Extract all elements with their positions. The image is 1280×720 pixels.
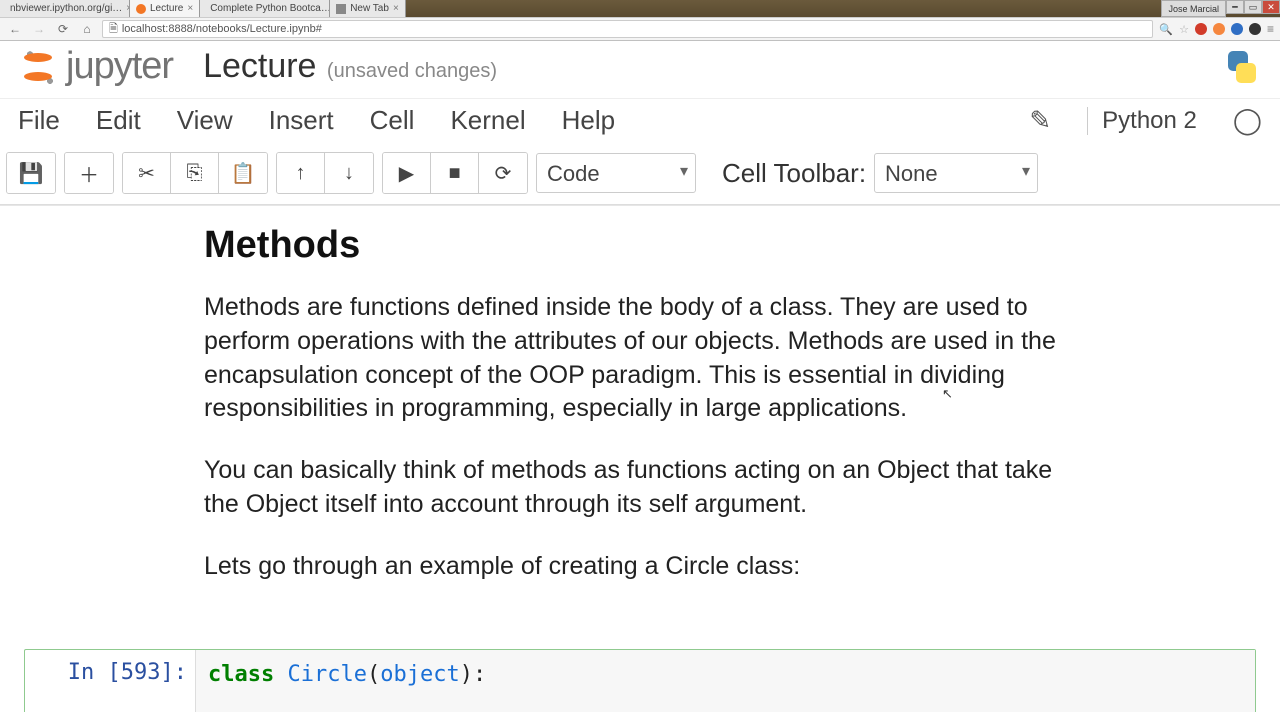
minimize-button[interactable]: ━: [1226, 0, 1244, 14]
notebook-header: jupyter Lecture (unsaved changes): [0, 41, 1280, 98]
cut-button[interactable]: ✂: [123, 153, 171, 193]
address-bar: ← → ⟳ ⌂ 🗎 localhost:8888/notebooks/Lectu…: [0, 17, 1280, 41]
restart-button[interactable]: ⟳: [479, 153, 527, 193]
save-status: (unsaved changes): [327, 60, 497, 82]
extension-icon[interactable]: [1249, 23, 1261, 35]
code-keyword: class: [208, 662, 274, 687]
page-icon: 🗎: [109, 20, 118, 39]
url-text: localhost:8888/notebooks/Lecture.ipynb#: [122, 23, 322, 35]
code-arg: object: [380, 662, 459, 687]
tab-title: Lecture: [150, 3, 183, 14]
url-input[interactable]: 🗎 localhost:8888/notebooks/Lecture.ipynb…: [102, 20, 1153, 38]
notebook-title-group: Lecture (unsaved changes): [203, 47, 497, 86]
markdown-cell[interactable]: Methods Methods are functions defined in…: [24, 216, 1256, 641]
menu-kernel[interactable]: Kernel: [450, 105, 525, 136]
menu-help[interactable]: Help: [562, 105, 615, 136]
forward-button[interactable]: →: [30, 20, 48, 38]
extension-abp-icon[interactable]: [1195, 23, 1207, 35]
save-button[interactable]: 💾: [7, 153, 55, 193]
menu-edit[interactable]: Edit: [96, 105, 141, 136]
paste-button[interactable]: 📋: [219, 153, 267, 193]
cursor-icon: ↖: [942, 386, 953, 402]
kernel-logo: [1222, 47, 1262, 87]
move-group: ↑ ↓: [276, 152, 374, 194]
extension-icon[interactable]: [1213, 23, 1225, 35]
toolbar: 💾 ＋ ✂ ⎘ 📋 ↑ ↓ ▶ ■ ⟳ Code Cell Toolbar: N…: [0, 148, 1280, 205]
run-button[interactable]: ▶: [383, 153, 431, 193]
notebook-container: Methods Methods are functions defined in…: [24, 206, 1256, 712]
code-classname: Circle: [287, 662, 366, 687]
heading-methods: Methods: [204, 224, 1076, 267]
save-group: 💾: [6, 152, 56, 194]
paragraph: Methods are functions defined inside the…: [204, 291, 1076, 426]
insert-cell-button[interactable]: ＋: [65, 153, 113, 193]
cell-type-select[interactable]: Code: [536, 153, 696, 193]
cell-type-select-wrap: Code: [536, 153, 696, 193]
menu-file[interactable]: File: [18, 105, 60, 136]
move-up-button[interactable]: ↑: [277, 153, 325, 193]
menu-cell[interactable]: Cell: [370, 105, 415, 136]
extension-icon[interactable]: [1231, 23, 1243, 35]
zoom-icon[interactable]: 🔍: [1159, 23, 1173, 36]
python-logo-icon: [1222, 47, 1262, 87]
blank-favicon-icon: [336, 4, 346, 14]
move-down-button[interactable]: ↓: [325, 153, 373, 193]
insert-group: ＋: [64, 152, 114, 194]
window-close-button[interactable]: ✕: [1262, 0, 1280, 14]
maximize-button[interactable]: ▭: [1244, 0, 1262, 14]
menubar: File Edit View Insert Cell Kernel Help ✎…: [0, 98, 1280, 148]
code-cell[interactable]: In [593]: class Circle(object): # class …: [24, 649, 1256, 712]
tab-title: nbviewer.ipython.org/gi…: [10, 3, 122, 14]
extension-icons: 🔍 ☆ ≡: [1159, 22, 1274, 36]
input-prompt: In [593]:: [25, 650, 195, 712]
menu-icon[interactable]: ≡: [1267, 22, 1274, 36]
browser-tab-new[interactable]: New Tab ×: [330, 0, 406, 17]
jupyter-favicon-icon: [136, 4, 146, 14]
notebook-scroll[interactable]: Methods Methods are functions defined in…: [0, 205, 1280, 712]
home-button[interactable]: ⌂: [78, 20, 96, 38]
cell-toolbar-label: Cell Toolbar:: [722, 158, 866, 189]
edit-group: ✂ ⎘ 📋: [122, 152, 268, 194]
browser-chrome: nbviewer.ipython.org/gi… × Lecture × Com…: [0, 0, 1280, 41]
notebook-title[interactable]: Lecture: [203, 47, 316, 85]
user-chip[interactable]: Jose Marcial: [1161, 0, 1226, 17]
interrupt-button[interactable]: ■: [431, 153, 479, 193]
cell-toolbar-select-wrap: None: [874, 153, 1038, 193]
jupyter-logo[interactable]: jupyter: [18, 45, 173, 88]
close-icon[interactable]: ×: [393, 3, 399, 14]
close-icon[interactable]: ×: [187, 3, 193, 14]
copy-button[interactable]: ⎘: [171, 153, 219, 193]
tab-title: New Tab: [350, 3, 389, 14]
kernel-name[interactable]: Python 2: [1087, 107, 1197, 135]
jupyter-logo-text: jupyter: [66, 45, 173, 88]
cell-toolbar-select[interactable]: None: [874, 153, 1038, 193]
menu-insert[interactable]: Insert: [269, 105, 334, 136]
menu-view[interactable]: View: [177, 105, 233, 136]
paragraph: You can basically think of methods as fu…: [204, 454, 1076, 522]
browser-tab-nbviewer[interactable]: nbviewer.ipython.org/gi… ×: [0, 0, 130, 17]
edit-mode-icon: ✎: [1029, 105, 1051, 136]
code-editor[interactable]: class Circle(object): # class object att…: [195, 650, 1255, 712]
tab-strip: nbviewer.ipython.org/gi… × Lecture × Com…: [0, 0, 1280, 17]
browser-tab-udemy[interactable]: Complete Python Bootca… ×: [200, 0, 330, 17]
browser-tab-lecture[interactable]: Lecture ×: [130, 0, 200, 17]
kernel-indicator-icon: ◯: [1233, 105, 1262, 136]
back-button[interactable]: ←: [6, 20, 24, 38]
run-group: ▶ ■ ⟳: [382, 152, 528, 194]
paragraph: Lets go through an example of creating a…: [204, 550, 1076, 584]
tab-title: Complete Python Bootca…: [210, 3, 330, 14]
window-controls: Jose Marcial ━ ▭ ✕: [1161, 0, 1280, 17]
jupyter-logo-icon: [18, 47, 58, 87]
star-icon[interactable]: ☆: [1179, 23, 1189, 36]
reload-button[interactable]: ⟳: [54, 20, 72, 38]
